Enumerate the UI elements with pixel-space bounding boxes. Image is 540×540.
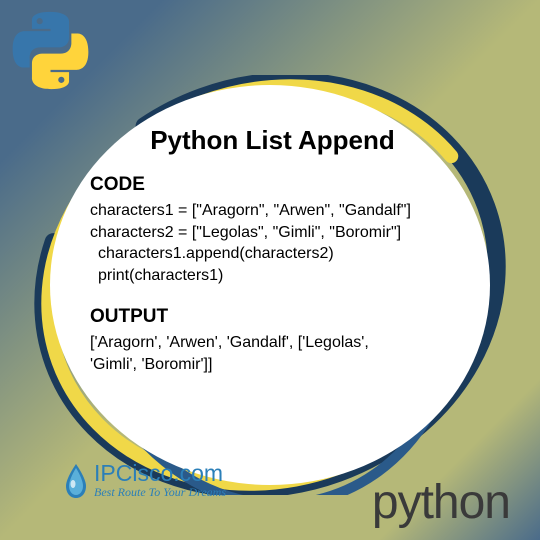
code-section: CODE characters1 = ["Aragorn", "Arwen", … — [90, 174, 455, 286]
python-wordmark: python — [372, 475, 510, 530]
brand-name: IPCisco.com — [94, 462, 226, 485]
ipcisco-brand: IPCisco.com Best Route To Your Dreams — [62, 462, 226, 500]
output-section: OUTPUT ['Aragorn', 'Arwen', 'Gandalf', [… — [90, 306, 455, 375]
output-line: 'Gimli', 'Boromir']] — [90, 354, 455, 376]
water-drop-icon — [62, 462, 90, 500]
code-line: characters2 = ["Legolas", "Gimli", "Boro… — [90, 222, 455, 244]
brand-text: IPCisco.com Best Route To Your Dreams — [94, 462, 226, 500]
code-header: CODE — [90, 174, 455, 196]
page-title: Python List Append — [90, 125, 455, 156]
output-header: OUTPUT — [90, 306, 455, 328]
code-line: characters1 = ["Aragorn", "Arwen", "Gand… — [90, 200, 455, 222]
python-logo-icon — [8, 8, 93, 93]
code-line: characters1.append(characters2) — [90, 243, 455, 265]
brand-tagline: Best Route To Your Dreams — [94, 485, 226, 500]
code-line: print(characters1) — [90, 265, 455, 287]
content-panel: Python List Append CODE characters1 = ["… — [50, 85, 490, 485]
output-line: ['Aragorn', 'Arwen', 'Gandalf', ['Legola… — [90, 332, 455, 354]
